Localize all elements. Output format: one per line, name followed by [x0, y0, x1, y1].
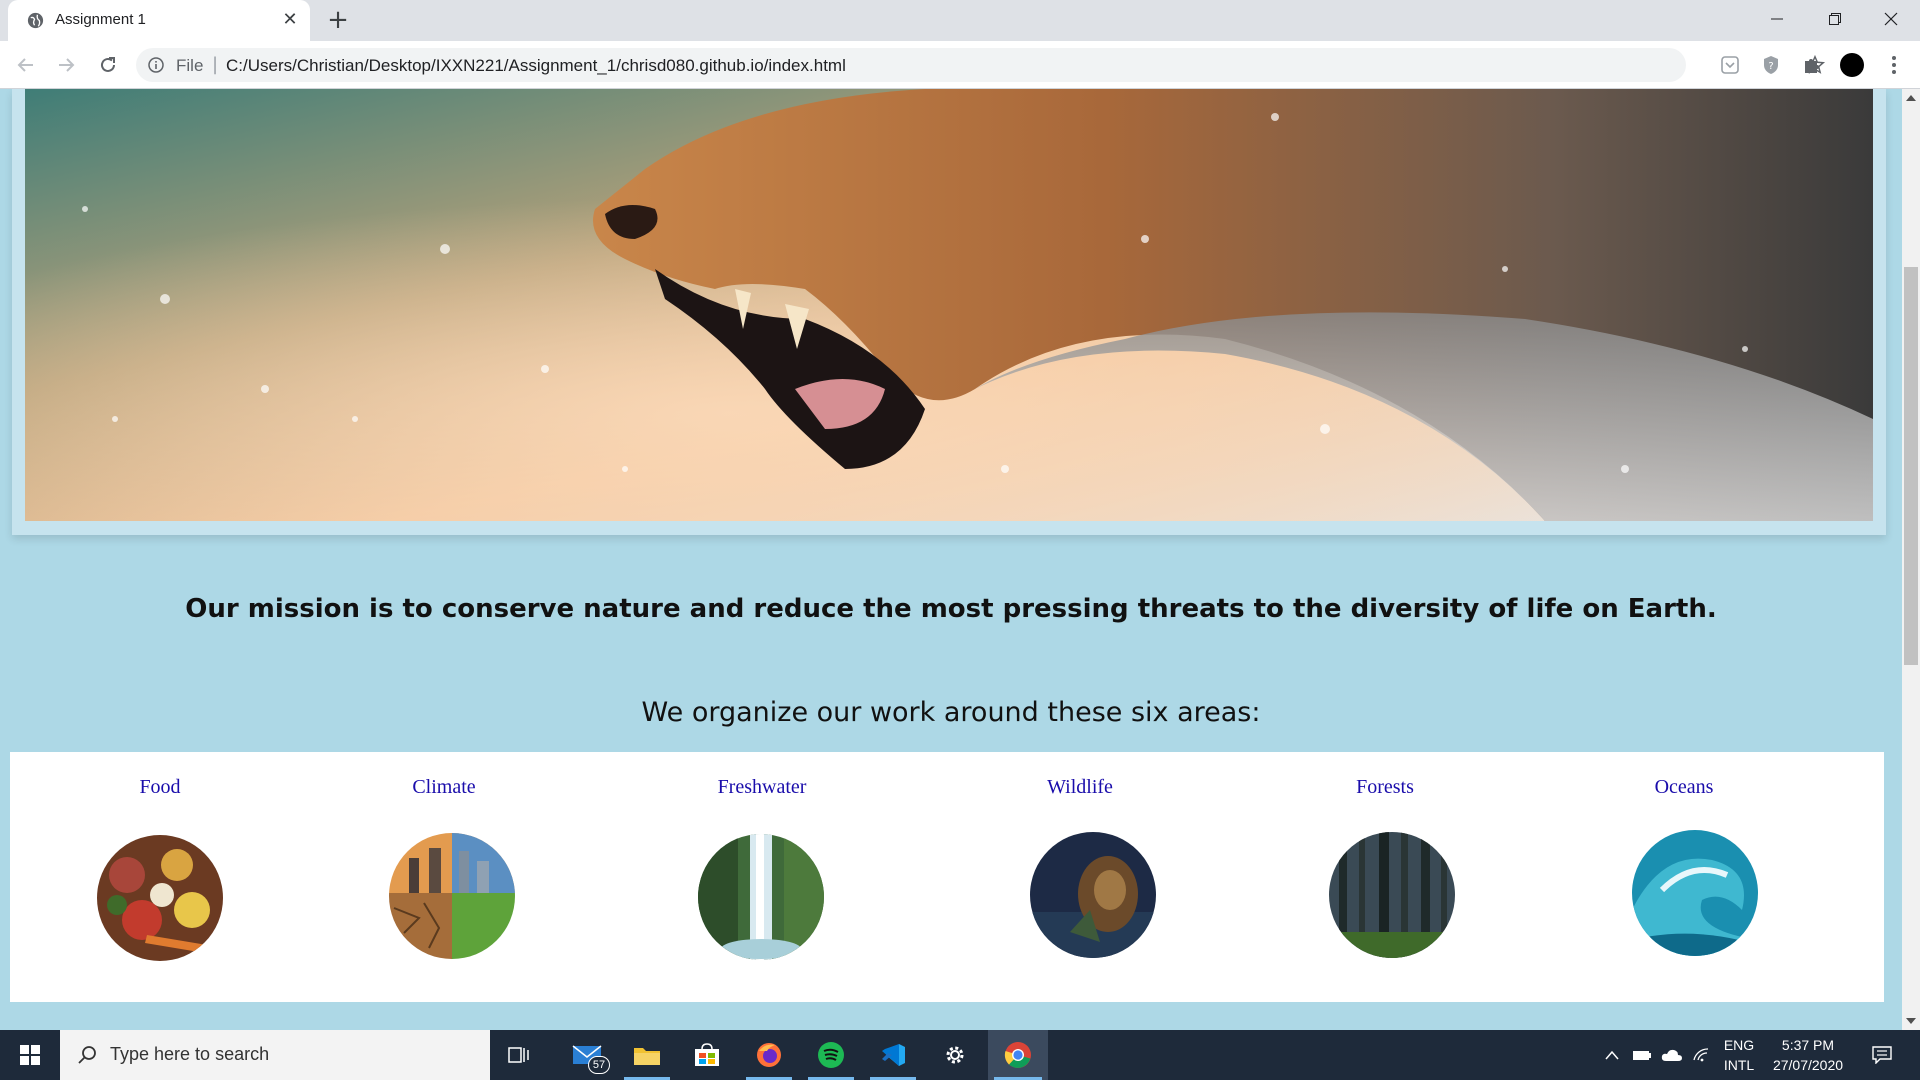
climate-image[interactable] — [389, 833, 515, 959]
area-link-climate[interactable]: Climate — [344, 776, 544, 799]
wildlife-image[interactable] — [1030, 832, 1156, 958]
chrome-app[interactable] — [988, 1030, 1048, 1080]
windows-logo-icon — [20, 1045, 40, 1065]
clock-date: 27/07/2020 — [1772, 1057, 1844, 1073]
tab-strip: Assignment 1 ✕ + — [0, 0, 1920, 41]
browser-tab[interactable]: Assignment 1 ✕ — [8, 0, 310, 41]
close-window-button[interactable] — [1862, 0, 1920, 38]
vscode-app[interactable] — [864, 1030, 922, 1080]
area-card-climate: Climate — [344, 752, 544, 1002]
hero-image — [25, 89, 1873, 521]
mission-statement: Our mission is to conserve nature and re… — [185, 594, 1717, 624]
firefox-icon — [757, 1043, 781, 1067]
url-separator: | — [212, 54, 219, 75]
reload-button[interactable] — [96, 53, 120, 77]
task-view-icon — [508, 1047, 529, 1063]
microsoft-store-app[interactable] — [678, 1030, 736, 1080]
arrow-right-icon — [59, 58, 75, 72]
arrow-left-icon — [17, 58, 33, 72]
taskbar-search-box[interactable]: Type here to search — [60, 1030, 490, 1080]
hero-banner — [12, 89, 1886, 535]
close-icon — [1884, 12, 1898, 26]
gear-icon — [946, 1046, 964, 1064]
area-card-food: Food — [60, 752, 260, 1002]
battery-tray-icon[interactable] — [1630, 1030, 1654, 1080]
search-icon — [78, 1046, 96, 1064]
notification-icon — [1872, 1046, 1892, 1064]
area-link-freshwater[interactable]: Freshwater — [662, 776, 862, 799]
scroll-thumb[interactable] — [1904, 267, 1918, 665]
firefox-app[interactable] — [740, 1030, 798, 1080]
url-text[interactable]: C:/Users/Christian/Desktop/IXXN221/Assig… — [226, 56, 846, 76]
restore-icon — [1829, 13, 1841, 25]
svg-text:?: ? — [1768, 61, 1773, 72]
area-card-wildlife: Wildlife — [980, 752, 1180, 1002]
area-link-oceans[interactable]: Oceans — [1584, 776, 1784, 799]
reload-icon — [101, 57, 115, 72]
profile-avatar[interactable] — [1840, 53, 1864, 77]
search-placeholder: Type here to search — [110, 1044, 270, 1064]
clock-time: 5:37 PM — [1781, 1037, 1835, 1053]
wifi-icon[interactable] — [1690, 1030, 1714, 1080]
folder-icon — [634, 1048, 660, 1065]
page-scrollbar[interactable] — [1902, 89, 1920, 1030]
info-icon[interactable] — [148, 57, 164, 73]
page-viewport: Our mission is to conserve nature and re… — [0, 89, 1902, 1030]
language-label: ENG — [1723, 1037, 1755, 1053]
area-card-forests: Forests — [1285, 752, 1485, 1002]
show-hidden-icons-button[interactable] — [1600, 1030, 1624, 1080]
vscode-icon — [882, 1044, 905, 1066]
freshwater-image[interactable] — [698, 834, 824, 960]
area-link-food[interactable]: Food — [60, 776, 260, 799]
scroll-up-arrow-icon[interactable] — [1906, 95, 1916, 101]
food-image[interactable] — [97, 835, 223, 961]
new-tab-button[interactable]: + — [325, 7, 351, 34]
task-view-button[interactable] — [490, 1030, 548, 1080]
file-scheme-label: File — [176, 56, 204, 75]
scroll-down-arrow-icon[interactable] — [1906, 1018, 1916, 1024]
areas-heading: We organize our work around these six ar… — [641, 697, 1261, 728]
globe-icon — [27, 12, 44, 29]
keyboard-layout-label: INTL — [1723, 1057, 1755, 1073]
oceans-image[interactable] — [1632, 830, 1758, 956]
chrome-icon — [1004, 1042, 1031, 1068]
forests-image[interactable] — [1329, 832, 1455, 958]
area-link-forests[interactable]: Forests — [1285, 776, 1485, 799]
address-bar[interactable]: File | C:/Users/Christian/Desktop/IXXN22… — [136, 48, 1826, 82]
close-tab-icon[interactable]: ✕ — [280, 10, 300, 30]
notifications-button[interactable] — [1862, 1030, 1902, 1080]
area-card-freshwater: Freshwater — [662, 752, 862, 1002]
browser-menu-icon[interactable] — [1882, 53, 1906, 77]
mail-badge: 57 — [588, 1056, 610, 1074]
settings-app[interactable] — [926, 1030, 984, 1080]
spotify-app[interactable] — [802, 1030, 860, 1080]
onedrive-cloud-icon[interactable] — [1660, 1030, 1684, 1080]
forward-button[interactable] — [54, 53, 78, 77]
focus-areas-panel: Food Climate Freshwater Wildlife Forests… — [10, 752, 1884, 1002]
minimize-icon — [1771, 18, 1783, 20]
spotify-icon — [818, 1042, 844, 1068]
tab-title: Assignment 1 — [55, 11, 146, 28]
back-button[interactable] — [14, 53, 38, 77]
restore-button[interactable] — [1806, 0, 1864, 38]
area-card-oceans: Oceans — [1584, 752, 1784, 1002]
browser-toolbar: File | C:/Users/Christian/Desktop/IXXN22… — [0, 41, 1920, 89]
store-icon — [695, 1043, 719, 1066]
area-link-wildlife[interactable]: Wildlife — [980, 776, 1180, 799]
start-button[interactable] — [0, 1030, 60, 1080]
language-indicator[interactable]: ENG INTL — [1718, 1030, 1760, 1080]
minimize-button[interactable] — [1748, 0, 1806, 38]
mail-app[interactable]: 57 — [558, 1030, 616, 1080]
chevron-up-icon — [1605, 1050, 1619, 1060]
puzzle-extensions-icon[interactable] — [1800, 53, 1824, 77]
file-explorer-app[interactable] — [618, 1030, 676, 1080]
pocket-extension-icon[interactable] — [1718, 53, 1742, 77]
clock[interactable]: 5:37 PM 27/07/2020 — [1766, 1030, 1850, 1080]
shield-extension-icon[interactable]: ? — [1759, 53, 1783, 77]
taskbar: Type here to search 57 ENG INTL 5:37 PM … — [0, 1030, 1920, 1080]
